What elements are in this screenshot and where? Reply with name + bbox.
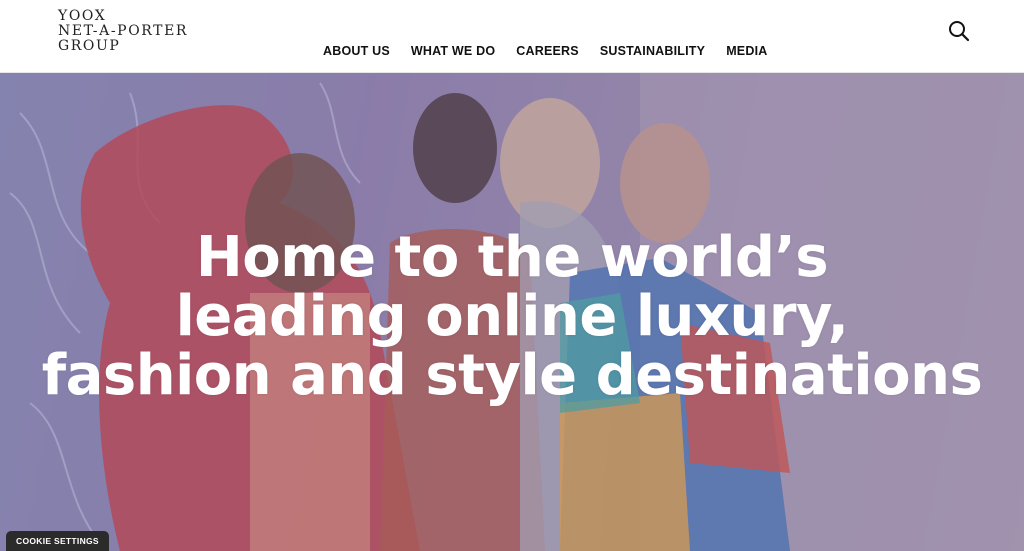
headline-line-1: Home to the world’s [195, 225, 829, 290]
nav-about-us[interactable]: ABOUT US [323, 44, 390, 58]
headline-line-2: leading online luxury, [175, 284, 849, 349]
hero-banner: Home to the world’s leading online luxur… [0, 73, 1024, 551]
nav-careers[interactable]: CAREERS [516, 44, 579, 58]
nav-media[interactable]: MEDIA [726, 44, 767, 58]
logo-line-2: NET-A-PORTER [58, 23, 189, 39]
headline-line-3: fashion and style destinations [41, 343, 983, 408]
search-icon [949, 21, 970, 42]
yoox-net-a-porter-logo[interactable]: YOOX NET-A-PORTER GROUP [58, 9, 188, 54]
nav-what-we-do[interactable]: WHAT WE DO [411, 44, 495, 58]
site-header: YOOX NET-A-PORTER GROUP ABOUT US WHAT WE… [0, 0, 1024, 73]
cookie-settings-button[interactable]: COOKIE SETTINGS [6, 531, 109, 551]
main-navigation: ABOUT US WHAT WE DO CAREERS SUSTAINABILI… [323, 44, 788, 58]
logo-line-1: YOOX [58, 8, 107, 24]
hero-headline: Home to the world’s leading online luxur… [0, 228, 1024, 405]
nav-sustainability[interactable]: SUSTAINABILITY [600, 44, 705, 58]
logo-line-3: GROUP [58, 38, 121, 54]
search-button[interactable] [947, 19, 971, 43]
